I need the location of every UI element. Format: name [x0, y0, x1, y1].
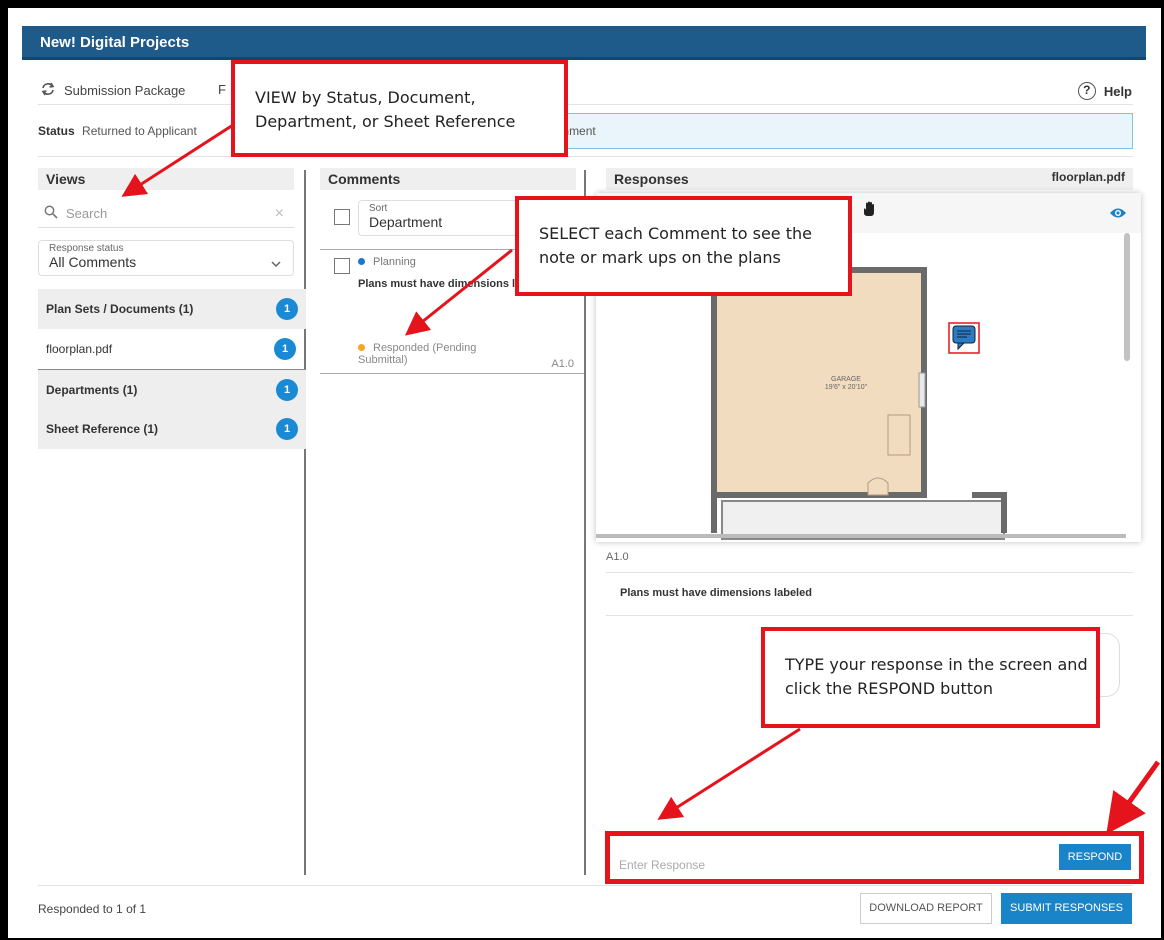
response-comment-text: Plans must have dimensions labeled [620, 587, 812, 599]
submission-package-label: Submission Package [64, 83, 186, 98]
response-sheet: A1.0 [606, 551, 629, 563]
views-header: Views [38, 168, 294, 190]
respond-button[interactable]: RESPOND [1059, 844, 1131, 870]
responses-title: Responses [614, 171, 689, 187]
search-icon [44, 205, 58, 222]
annotation-select: SELECT each Comment to see the note or m… [515, 196, 852, 296]
select-all-checkbox[interactable] [334, 209, 350, 225]
room-name: GARAGE [831, 376, 861, 383]
divider [38, 104, 1133, 105]
response-status-select[interactable]: Response status All Comments [38, 240, 294, 276]
department-label: Planning [373, 256, 416, 268]
view-departments[interactable]: Departments (1) 1 [38, 369, 306, 409]
department-dot [358, 258, 365, 265]
divider [606, 572, 1133, 573]
status-value: Returned to Applicant [82, 124, 197, 138]
viewer-scrollbar[interactable] [1124, 233, 1130, 361]
count-badge: 1 [274, 338, 296, 360]
hand-icon[interactable] [862, 201, 876, 222]
annotation-type: TYPE your response in the screen and cli… [761, 627, 1100, 728]
status-label: Responded (Pending Submittal) [358, 342, 477, 367]
status-label: Status [38, 124, 75, 138]
search-placeholder: Search [66, 206, 108, 221]
response-input[interactable]: Enter Response [619, 858, 705, 872]
view-item-label: Sheet Reference (1) [46, 422, 159, 436]
responses-header: Responses floorplan.pdf [606, 168, 1133, 190]
comment-checkbox[interactable] [334, 258, 350, 274]
annotation-view: VIEW by Status, Document, Department, or… [231, 60, 568, 157]
view-plan-sets[interactable]: Plan Sets / Documents (1) 1 [38, 289, 306, 329]
views-title: Views [46, 171, 86, 187]
responses-file-name: floorplan.pdf [1051, 170, 1125, 184]
comment-marker-icon[interactable] [948, 322, 980, 354]
divider [38, 885, 1133, 886]
app-title-bar: New! Digital Projects [22, 26, 1146, 60]
comments-header: Comments [320, 168, 576, 190]
help-icon: ? [1077, 82, 1096, 100]
submit-responses-button[interactable]: SUBMIT RESPONSES [1001, 893, 1132, 924]
count-badge: 1 [276, 379, 298, 401]
help-label: Help [1103, 83, 1132, 99]
divider [38, 156, 1133, 157]
tab-partial-label: F [218, 82, 226, 97]
comments-title: Comments [328, 171, 401, 187]
column-divider [304, 170, 306, 875]
tab-partial[interactable]: F [218, 82, 226, 97]
divider [606, 615, 1133, 616]
response-status-label: Response status [49, 243, 124, 254]
view-item-label: Departments (1) [46, 383, 138, 397]
search-field[interactable]: Search × [38, 200, 294, 228]
status-dot [358, 344, 365, 351]
submission-package-tab[interactable]: Submission Package [40, 82, 185, 99]
download-report-button[interactable]: DOWNLOAD REPORT [860, 893, 992, 924]
sync-icon [40, 82, 56, 99]
status-row: Status Returned to Applicant [38, 124, 197, 138]
toolbar: Submission Package F ? Help [22, 72, 1146, 106]
count-badge: 1 [276, 418, 298, 440]
help-button[interactable]: ? Help [1077, 82, 1132, 100]
count-badge: 1 [276, 298, 298, 320]
comment-department: Planning [358, 256, 416, 268]
comment-status: Responded (Pending Submittal) [358, 342, 488, 366]
clear-icon[interactable]: × [275, 205, 284, 223]
response-input-area[interactable]: Enter Response RESPOND [605, 831, 1144, 884]
annotation-type-text: TYPE your response in the screen and cli… [785, 655, 1088, 698]
view-item-label: Plan Sets / Documents (1) [46, 302, 194, 316]
comment-sheet: A1.0 [551, 358, 574, 370]
room-dimensions: 19'6" x 20'10" [824, 384, 868, 392]
chevron-down-icon [271, 256, 281, 270]
annotation-view-text: VIEW by Status, Document, Department, or… [255, 88, 516, 131]
view-floorplan-pdf[interactable]: floorplan.pdf 1 [38, 329, 306, 369]
eye-icon[interactable] [1109, 206, 1127, 224]
room-label: GARAGE 19'6" x 20'10" [756, 376, 936, 393]
view-item-label: floorplan.pdf [46, 342, 113, 356]
responded-count: Responded to 1 of 1 [38, 902, 147, 916]
response-status-value: All Comments [49, 254, 137, 270]
app-title: New! Digital Projects [40, 34, 190, 51]
annotation-select-text: SELECT each Comment to see the note or m… [539, 224, 812, 267]
view-sheet-reference[interactable]: Sheet Reference (1) 1 [38, 409, 306, 449]
